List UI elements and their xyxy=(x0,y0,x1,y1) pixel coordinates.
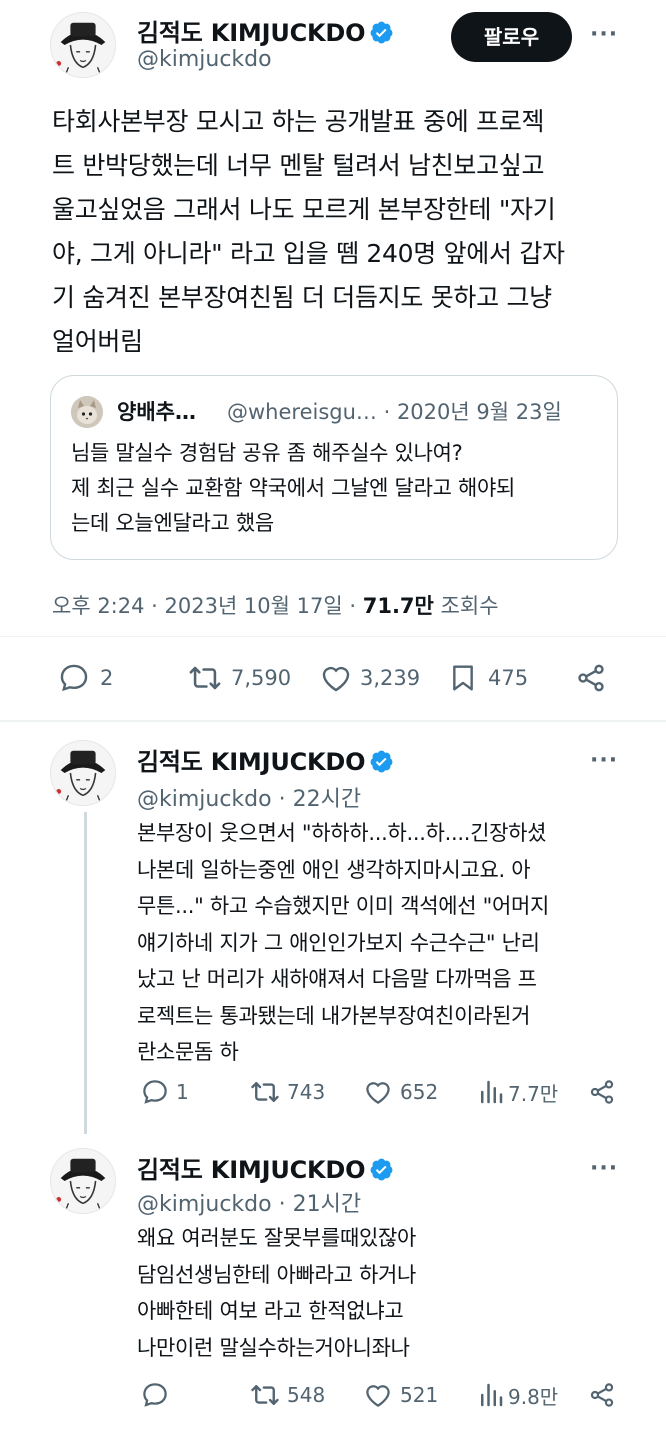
author-avatar[interactable] xyxy=(50,12,116,78)
view-count-label: 조회수 xyxy=(433,594,499,618)
author-avatar[interactable] xyxy=(50,740,116,806)
author-handle-time[interactable]: @kimjuckdo · 22시간 xyxy=(137,781,361,813)
reply-text-line: 란소문돔 하 xyxy=(137,1040,239,1064)
thread-connector-line xyxy=(84,812,87,1134)
share-button[interactable] xyxy=(575,661,607,695)
reply-count: 2 xyxy=(100,666,114,690)
share-icon xyxy=(590,1383,614,1407)
view-count: 71.7만 xyxy=(362,594,434,618)
divider xyxy=(0,636,666,637)
reply-text: 왜요 여러분도 잘못부를때있잖아 담임선생님한테 아빠라고 하거나 아빠한테 여… xyxy=(137,1220,627,1366)
reply-text-line: 나만이런 말실수하는거아니좌나 xyxy=(137,1335,410,1360)
retweet-icon xyxy=(251,1082,279,1102)
retweet-count: 7,590 xyxy=(231,666,292,690)
share-button[interactable] xyxy=(588,1077,616,1107)
quoted-text-line: 는데 오늘엔달라고 했음 xyxy=(71,511,274,535)
tweet-text: 타회사본부장 모시고 하는 공개발표 중에 프로젝 트 반박당했는데 너무 멘탈… xyxy=(52,100,642,364)
author-name-row[interactable]: 김적도 KIMJUCKDO xyxy=(137,13,394,48)
reply-icon xyxy=(60,664,88,692)
views-count: 7.7만 xyxy=(508,1081,559,1106)
divider xyxy=(0,720,666,722)
author-avatar[interactable] xyxy=(50,1148,116,1214)
avatar-illustration-icon xyxy=(51,13,115,77)
retweet-icon xyxy=(251,1385,279,1405)
retweet-count: 743 xyxy=(287,1080,326,1104)
avatar-illustration-icon xyxy=(51,1149,115,1213)
like-button[interactable]: 652 xyxy=(362,1077,438,1107)
reply-text-line: 아빠한테 여보 라고 한적없냐고 xyxy=(137,1299,404,1323)
quoted-text: 님들 말실수 경험담 공유 좀 해주실수 있나여? 제 최근 실수 교환함 약국… xyxy=(71,436,515,541)
more-options-icon[interactable]: ··· xyxy=(590,22,618,47)
author-name[interactable]: 김적도 KIMJUCKDO xyxy=(137,1156,366,1184)
like-icon xyxy=(366,1385,390,1407)
like-button[interactable]: 3,239 xyxy=(318,661,420,695)
reply-count: 1 xyxy=(176,1080,189,1104)
quoted-text-line: 제 최근 실수 교환함 약국에서 그날엔 달라고 해야되 xyxy=(71,476,516,500)
reply-text-line: 왜요 여러분도 잘못부를때있잖아 xyxy=(137,1226,417,1250)
reply-text-line: 본부장이 웃으면서 "하하하...하...하....긴장하셨 xyxy=(137,821,547,845)
tweet-text-line: 울고싶었음 그래서 나도 모르게 본부장한테 "자기 xyxy=(52,195,556,224)
retweet-button[interactable]: 7,590 xyxy=(185,661,291,695)
follow-button[interactable]: 팔로우 xyxy=(451,12,572,62)
share-icon xyxy=(578,664,604,692)
views-button[interactable]: 9.8만 xyxy=(478,1380,558,1410)
retweet-button[interactable]: 743 xyxy=(247,1077,325,1107)
reply-text-line: 났고 난 머리가 새하얘져서 다음말 다까먹음 프 xyxy=(137,967,537,991)
reply-button[interactable]: 2 xyxy=(57,661,113,695)
author-name-row[interactable]: 김적도 KIMJUCKDO xyxy=(137,742,394,777)
views-icon xyxy=(481,1080,503,1104)
verified-badge-icon xyxy=(370,21,393,44)
author-name-row[interactable]: 김적도 KIMJUCKDO xyxy=(137,1150,394,1185)
tweet-timestamp[interactable]: 오후 2:24 · 2023년 10월 17일 · xyxy=(52,594,363,618)
bookmark-count: 475 xyxy=(488,666,529,690)
reply-button[interactable]: 1 xyxy=(140,1077,189,1107)
share-button[interactable] xyxy=(588,1380,616,1410)
like-button[interactable]: 521 xyxy=(362,1380,438,1410)
more-options-icon[interactable]: ··· xyxy=(590,1156,618,1181)
like-icon xyxy=(322,666,350,692)
retweet-icon xyxy=(189,666,221,690)
more-options-icon[interactable]: ··· xyxy=(590,748,618,773)
retweet-count: 548 xyxy=(287,1383,326,1407)
tweet-text-line: 얼어버림 xyxy=(52,327,143,356)
verified-badge-icon xyxy=(370,1158,393,1181)
author-handle[interactable]: @kimjuckdo xyxy=(137,47,272,72)
quoted-text-line: 님들 말실수 경험담 공유 좀 해주실수 있나여? xyxy=(71,441,463,465)
views-button[interactable]: 7.7만 xyxy=(478,1077,558,1107)
reply-icon xyxy=(143,1080,167,1104)
views-count: 9.8만 xyxy=(508,1384,559,1409)
author-name[interactable]: 김적도 KIMJUCKDO xyxy=(137,748,366,776)
tweet-text-line: 기 숨겨진 본부장여친됨 더 더듬지도 못하고 그냥 xyxy=(52,283,552,312)
quoted-author-avatar[interactable] xyxy=(71,396,103,428)
quoted-tweet[interactable]: 양배추… @whereisgu… · 2020년 9월 23일 님들 말실수 경… xyxy=(50,375,618,560)
reply-text-line: 나본데 일하는중엔 애인 생각하지마시고요. 아 xyxy=(137,857,531,882)
views-icon xyxy=(481,1383,503,1407)
verified-badge-icon xyxy=(370,750,393,773)
tweet-text-line: 야, 그게 아니라" 라고 입을 뗌 240명 앞에서 갑자 xyxy=(52,239,565,268)
quoted-author-name[interactable]: 양배추… xyxy=(117,396,196,426)
reply-text: 본부장이 웃으면서 "하하하...하...하....긴장하셨 나본데 일하는중엔… xyxy=(137,815,627,1071)
bookmark-icon xyxy=(453,665,473,691)
reply-text-line: 로젝트는 통과됐는데 내가본부장여친이라된거 xyxy=(137,1003,531,1028)
share-icon xyxy=(590,1080,614,1104)
like-icon xyxy=(366,1082,390,1104)
avatar-illustration-icon xyxy=(51,741,115,805)
tweet-text-line: 타회사본부장 모시고 하는 공개발표 중에 프로젝 xyxy=(52,107,545,136)
retweet-button[interactable]: 548 xyxy=(247,1380,325,1410)
author-name[interactable]: 김적도 KIMJUCKDO xyxy=(137,19,366,47)
reply-text-line: 무튼..." 하고 수습했지만 이미 객석에선 "어머지 xyxy=(137,894,550,918)
like-count: 3,239 xyxy=(360,666,421,690)
author-handle-time[interactable]: @kimjuckdo · 21시간 xyxy=(137,1186,361,1218)
reply-text-line: 담임선생님한테 아빠라고 하거나 xyxy=(137,1262,417,1287)
bookmark-button[interactable]: 475 xyxy=(447,661,528,695)
quoted-handle-date[interactable]: @whereisgu… · 2020년 9월 23일 xyxy=(227,396,562,426)
reply-icon xyxy=(143,1383,167,1407)
reply-button[interactable] xyxy=(140,1380,170,1410)
like-count: 652 xyxy=(400,1080,439,1104)
reply-text-line: 얘기하네 지가 그 애인인가보지 수근수근" 난리 xyxy=(137,930,540,955)
tweet-text-line: 트 반박당했는데 너무 멘탈 털려서 남친보고싶고 xyxy=(52,151,545,180)
tweet-timestamp-row: 오후 2:24 · 2023년 10월 17일 · 71.7만 조회수 xyxy=(52,590,499,620)
cat-avatar-icon xyxy=(71,396,103,428)
like-count: 521 xyxy=(400,1383,439,1407)
